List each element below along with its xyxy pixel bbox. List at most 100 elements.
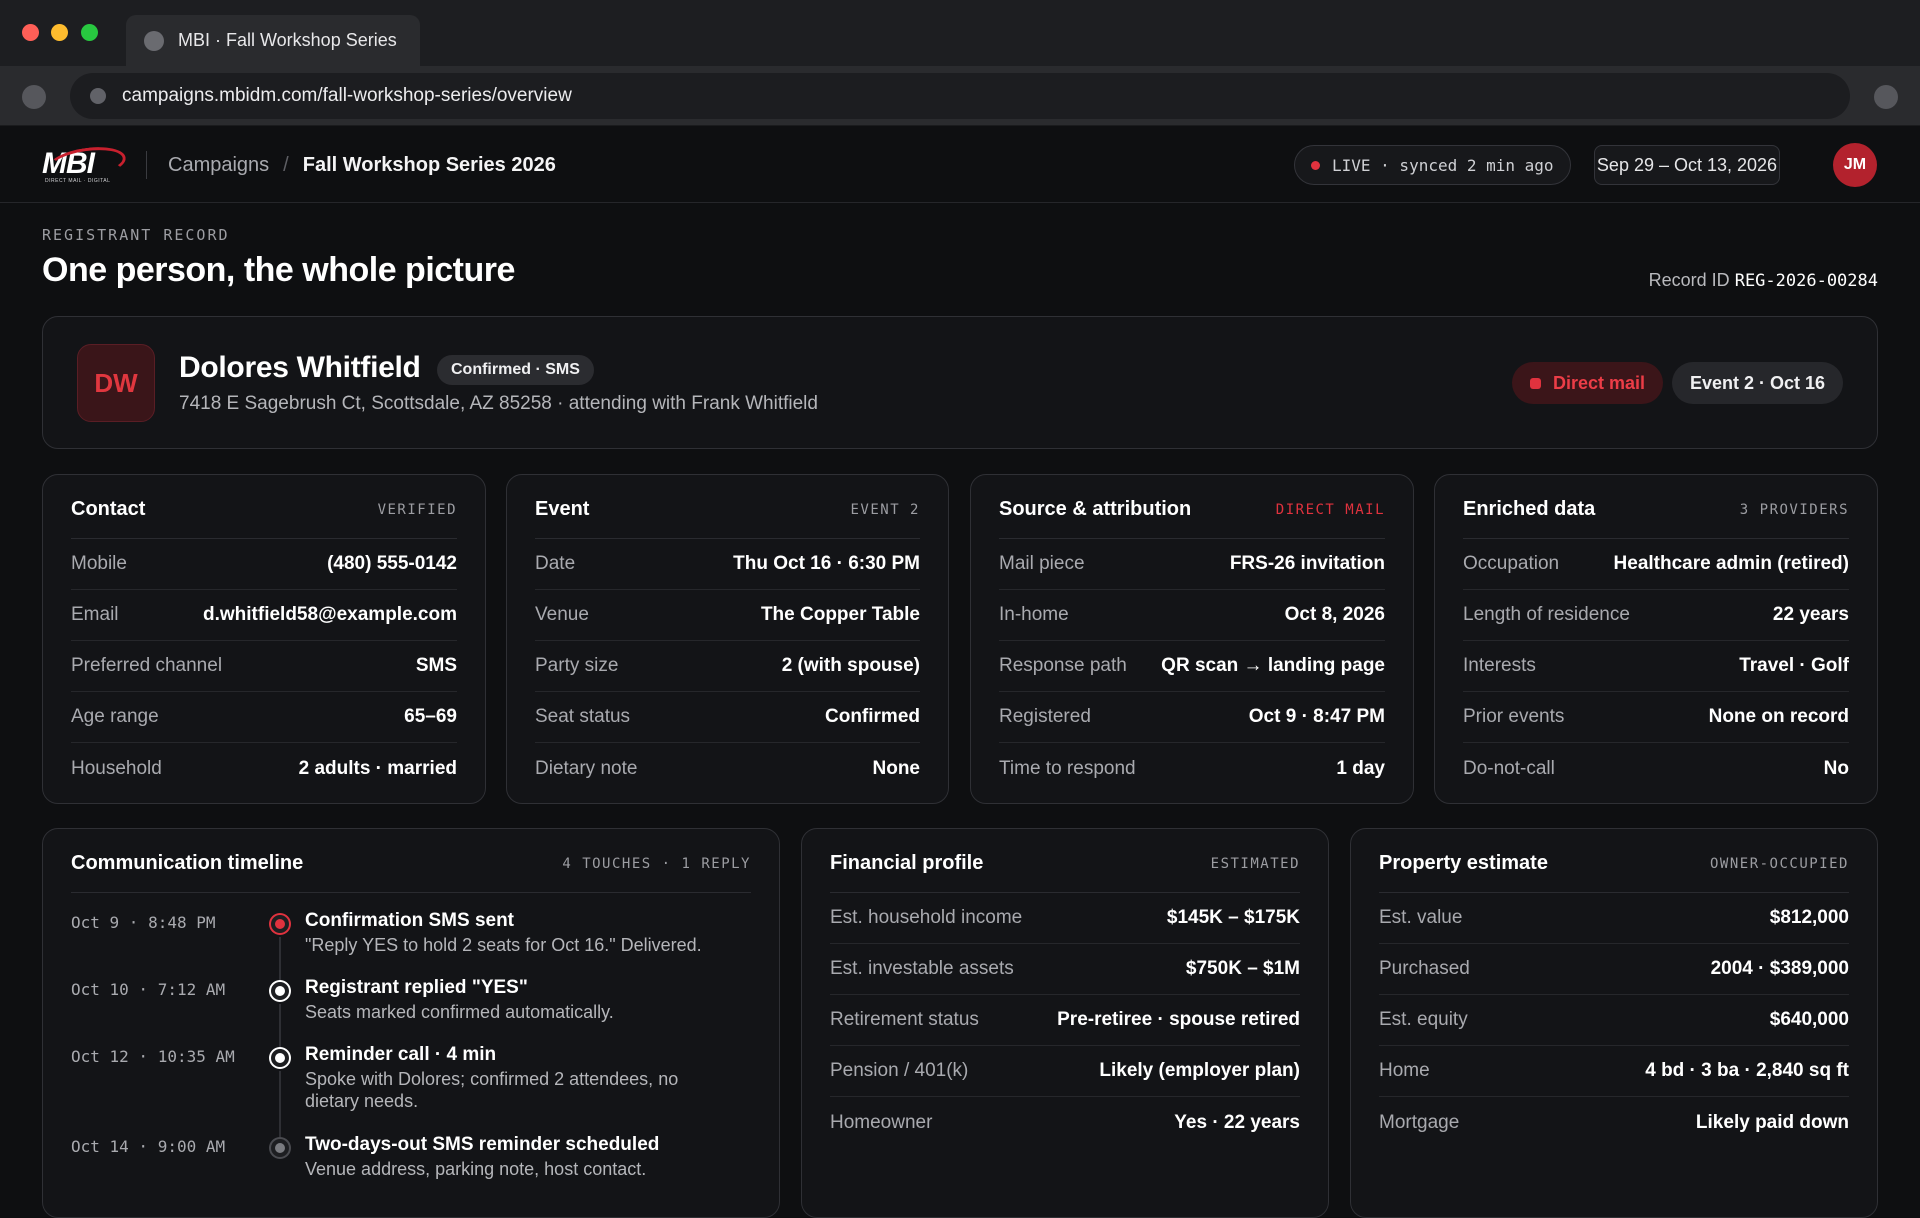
detail-row: Homeowner Yes · 22 years <box>830 1111 1300 1133</box>
header-divider <box>146 151 147 179</box>
detail-row: Est. household income $145K – $175K <box>830 893 1300 944</box>
back-button[interactable] <box>22 85 46 109</box>
detail-row: Response path QR scan → landing page <box>999 641 1385 692</box>
card-tag: 3 PROVIDERS <box>1739 501 1849 518</box>
contact-card: Contact VERIFIED Mobile (480) 555-0142 Em… <box>42 474 486 804</box>
timeline-item[interactable]: Oct 9 · 8:48 PM Confirmation SMS sent "R… <box>71 907 751 981</box>
record-id-label: Record ID <box>1648 270 1730 290</box>
detail-row: Retirement status Pre-retiree · spouse re… <box>830 995 1300 1046</box>
live-sync-status: LIVE · synced 2 min ago <box>1294 145 1571 185</box>
timeline-body: Seats marked confirmed automatically. <box>305 1002 614 1022</box>
timeline-marker-icon <box>271 1049 289 1067</box>
event-card: Event EVENT 2 Date Thu Oct 16 · 6:30 PM V… <box>506 474 949 804</box>
card-title: Source & attribution <box>999 498 1192 520</box>
timeline-marker-icon <box>271 1139 289 1157</box>
card-tag: EVENT 2 <box>850 501 920 518</box>
card-title: Property estimate <box>1379 852 1548 874</box>
tab-favicon-icon <box>144 30 164 51</box>
detail-row: Seat status Confirmed <box>535 692 920 743</box>
card-tag: DIRECT MAIL <box>1275 501 1385 518</box>
browser-menu-button[interactable] <box>1874 85 1898 109</box>
record-id-value: REG-2026-00284 <box>1734 271 1878 291</box>
property-estimate-card: Property estimate OWNER-OCCUPIED Est. va… <box>1350 828 1878 1218</box>
user-avatar[interactable]: JM <box>1833 143 1877 187</box>
card-title: Enriched data <box>1463 498 1596 520</box>
breadcrumb-campaigns-link[interactable]: Campaigns <box>168 154 269 177</box>
breadcrumb-current: Fall Workshop Series 2026 <box>302 154 556 176</box>
detail-row: Mail piece FRS-26 invitation <box>999 539 1385 590</box>
url-text: campaigns.mbidm.com/fall-workshop-series… <box>122 85 572 106</box>
detail-row: Venue The Copper Table <box>535 590 920 641</box>
detail-row: Purchased 2004 · $389,000 <box>1379 944 1849 995</box>
window-maximize-button[interactable] <box>81 24 98 41</box>
record-id: Record ID REG-2026-00284 <box>1649 270 1878 291</box>
timeline-title: Registrant replied "YES" <box>305 977 528 998</box>
financial-profile-card: Financial profile ESTIMATED Est. househo… <box>801 828 1329 1218</box>
registrant-avatar: DW <box>77 344 155 422</box>
detail-row: Dietary note None <box>535 757 920 779</box>
card-rows: Est. household income $145K – $175K Est. … <box>830 893 1300 1148</box>
detail-row: Registered Oct 9 · 8:47 PM <box>999 692 1385 743</box>
timeline-body: "Reply YES to hold 2 seats for Oct 16." … <box>305 935 702 955</box>
page-title: One person, the whole picture <box>42 251 515 289</box>
card-title: Communication timeline <box>71 852 304 874</box>
detail-row: Date Thu Oct 16 · 6:30 PM <box>535 539 920 590</box>
detail-row: Home 4 bd · 3 ba · 2,840 sq ft <box>1379 1046 1849 1097</box>
detail-row: In-home Oct 8, 2026 <box>999 590 1385 641</box>
timeline-time: Oct 12 · 10:35 AM <box>71 1047 235 1066</box>
source-attribution-card: Source & attribution DIRECT MAIL Mail pi… <box>970 474 1414 804</box>
detail-row: Time to respond 1 day <box>999 757 1385 779</box>
card-tag: 4 TOUCHES · 1 REPLY <box>562 855 751 872</box>
timeline-body: Venue address, parking note, host contac… <box>305 1159 647 1179</box>
registrant-address: 7418 E Sagebrush Ct, Scottsdale, AZ 8525… <box>179 393 818 414</box>
detail-row: Party size 2 (with spouse) <box>535 641 920 692</box>
card-title: Financial profile <box>830 852 984 874</box>
card-tag: OWNER-OCCUPIED <box>1709 855 1849 872</box>
card-tag: ESTIMATED <box>1210 855 1300 872</box>
browser-tab[interactable]: MBI · Fall Workshop Series <box>126 15 420 66</box>
enriched-data-card: Enriched data 3 PROVIDERS Occupation Heal… <box>1434 474 1878 804</box>
source-badge[interactable]: Direct mail <box>1511 362 1663 404</box>
card-title: Contact <box>71 498 146 520</box>
live-status-text: LIVE · synced 2 min ago <box>1332 155 1554 175</box>
detail-row: Email d.whitfield58@example.com <box>71 590 457 641</box>
detail-row: Pension / 401(k) Likely (employer plan) <box>830 1046 1300 1097</box>
site-info-icon[interactable] <box>90 88 106 104</box>
address-bar: campaigns.mbidm.com/fall-workshop-series… <box>0 66 1920 126</box>
card-rows: Mail piece FRS-26 invitation In-home Oct 8… <box>999 539 1385 794</box>
timeline-marker-icon <box>271 982 289 1000</box>
window-close-button[interactable] <box>22 24 39 41</box>
timeline-item[interactable]: Oct 12 · 10:35 AM Reminder call · 4 min … <box>71 1041 751 1137</box>
timeline-body: Spoke with Dolores; confirmed 2 attendee… <box>305 1069 679 1111</box>
live-dot-icon <box>1311 160 1320 170</box>
timeline-time: Oct 10 · 7:12 AM <box>71 980 226 999</box>
url-field[interactable]: campaigns.mbidm.com/fall-workshop-series… <box>70 73 1850 119</box>
communication-timeline-card: Communication timeline 4 TOUCHES · 1 REP… <box>42 828 780 1218</box>
timeline-list: Oct 9 · 8:48 PM Confirmation SMS sent "R… <box>71 893 751 1198</box>
detail-row: Do-not-call No <box>1463 757 1849 779</box>
page-eyebrow: REGISTRANT RECORD <box>42 226 230 244</box>
window-minimize-button[interactable] <box>51 24 68 41</box>
timeline-title: Reminder call · 4 min <box>305 1044 497 1065</box>
detail-row: Est. equity $640,000 <box>1379 995 1849 1046</box>
card-tag: VERIFIED <box>377 501 457 518</box>
timeline-time: Oct 9 · 8:48 PM <box>71 913 216 932</box>
source-badge-label: Direct mail <box>1552 372 1645 393</box>
timeline-marker-icon <box>271 915 289 933</box>
detail-row: Household 2 adults · married <box>71 757 457 779</box>
timeline-title: Confirmation SMS sent <box>305 910 515 931</box>
detail-row: Occupation Healthcare admin (retired) <box>1463 539 1849 590</box>
timeline-item[interactable]: Oct 10 · 7:12 AM Registrant replied "YES… <box>71 974 751 1048</box>
tab-title: MBI · Fall Workshop Series <box>178 30 397 50</box>
detail-row: Mobile (480) 555-0142 <box>71 539 457 590</box>
date-range-picker[interactable]: Sep 29 – Oct 13, 2026 <box>1594 145 1780 185</box>
registration-status-badge: Confirmed · SMS <box>437 355 594 385</box>
breadcrumb-separator: / <box>283 154 289 176</box>
mbi-logo[interactable]: MBI DIRECT MAIL · DIGITAL <box>42 142 128 187</box>
event-badge[interactable]: Event 2 · Oct 16 <box>1671 362 1843 404</box>
direct-mail-icon <box>1529 377 1541 389</box>
timeline-item[interactable]: Oct 14 · 9:00 AM Two-days-out SMS remind… <box>71 1131 751 1198</box>
detail-row: Interests Travel · Golf <box>1463 641 1849 692</box>
registrant-summary-card: DW Dolores Whitfield Confirmed · SMS 741… <box>42 316 1878 449</box>
timeline-connector <box>279 1071 281 1137</box>
